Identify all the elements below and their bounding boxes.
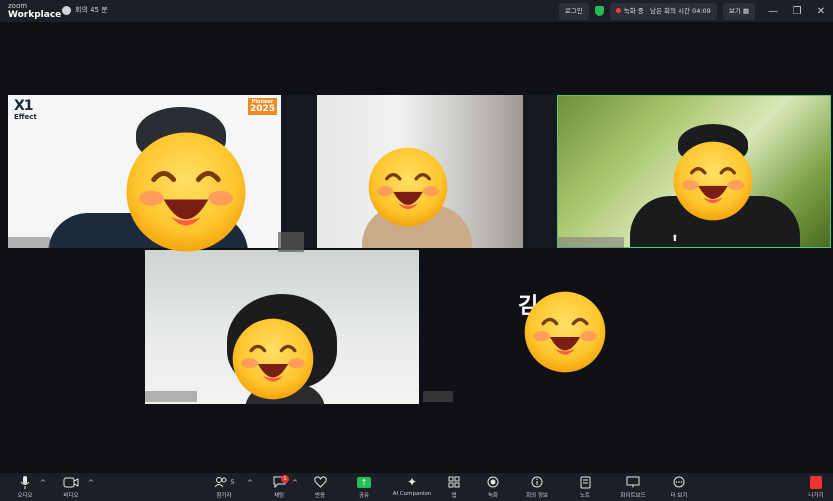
title-bar: zoom Workplace 회의 45 분 로그인 녹화 중 남은 회의 시간… xyxy=(0,0,833,22)
reactions-button[interactable]: 반응 xyxy=(297,475,343,499)
video-label: 비디오 xyxy=(63,493,79,499)
record-button[interactable]: 녹화 xyxy=(470,475,516,499)
notes-button[interactable]: 노트 xyxy=(562,475,608,499)
share-label: 공유 xyxy=(358,493,370,499)
minimize-icon[interactable]: — xyxy=(761,6,785,17)
whiteboard-label: 화이트보드 xyxy=(620,493,646,499)
name-tag xyxy=(558,237,624,248)
time-left: 남은 회의 시간 04:09 xyxy=(650,6,711,15)
view-label: 보기 xyxy=(728,6,741,15)
leave-label: 나가기 xyxy=(808,493,824,499)
ai-companion-label: AI Companion xyxy=(392,491,432,497)
participants-button[interactable]: 5 참가자 xyxy=(201,475,247,499)
participants-caret-icon[interactable]: ^ xyxy=(247,479,253,487)
more-button[interactable]: 더 보기 xyxy=(656,475,702,499)
share-button[interactable]: ↑ 공유 xyxy=(341,475,387,499)
audio-label: 오디오 xyxy=(17,493,33,499)
restore-icon[interactable]: ❐ xyxy=(785,6,809,17)
participants-label: 참가자 xyxy=(216,493,232,499)
shield-icon[interactable] xyxy=(594,6,604,16)
notes-icon xyxy=(580,476,590,488)
video-camera-icon xyxy=(63,477,79,487)
logo-x1-text: X1 xyxy=(14,98,34,114)
meeting-title: 회의 45 분 xyxy=(75,6,108,14)
recording-status[interactable]: 녹화 중 남은 회의 시간 04:09 xyxy=(609,2,717,20)
badge-year: 2025 xyxy=(249,104,275,114)
meeting-info-button[interactable]: 회의 정보 xyxy=(514,475,560,499)
login-button[interactable]: 로그인 xyxy=(558,2,589,20)
name-tag xyxy=(8,237,50,248)
logo-effect-text: Effect xyxy=(14,113,37,121)
name-tag xyxy=(145,391,197,402)
zoom-logo: zoom Workplace xyxy=(8,2,62,20)
recording-label: 녹화 중 xyxy=(623,6,644,15)
record-label: 녹화 xyxy=(487,493,499,499)
meeting-info[interactable]: 회의 45 분 xyxy=(62,5,108,15)
meeting-toolbar: 오디오 ^ 비디오 ^ 5 참가자 ^ 1 채팅 ^ 반응 ↑ 공유 ✦ AI … xyxy=(0,473,833,501)
leave-button[interactable]: 나가기 xyxy=(793,475,833,499)
close-icon[interactable]: ✕ xyxy=(809,6,833,17)
tile-gap xyxy=(523,95,557,248)
heart-icon xyxy=(313,476,327,488)
participants-icon xyxy=(214,477,227,488)
more-label: 더 보기 xyxy=(670,493,688,499)
ai-companion-button[interactable]: ✦ AI Companion xyxy=(389,475,435,497)
apps-icon xyxy=(448,476,460,488)
smiley-face-icon xyxy=(368,147,448,227)
video-caret-icon[interactable]: ^ xyxy=(88,479,94,487)
reactions-label: 반응 xyxy=(314,493,326,499)
x1-effect-logo: X1 Effect xyxy=(14,98,37,121)
whiteboard-icon xyxy=(626,476,640,488)
paw-icon xyxy=(62,5,71,15)
smiley-face-icon xyxy=(232,318,314,400)
chat-notification-badge: 1 xyxy=(281,475,289,483)
smiley-face-icon xyxy=(673,141,753,221)
notes-label: 노트 xyxy=(579,493,591,499)
record-dot-icon xyxy=(615,7,621,13)
whiteboard-button[interactable]: 화이트보드 xyxy=(610,475,656,499)
leave-door-icon xyxy=(810,475,822,489)
brand-small: zoom xyxy=(8,2,28,10)
smiley-face-icon xyxy=(524,291,606,373)
name-tag xyxy=(423,391,453,402)
smiley-face-icon xyxy=(126,132,246,252)
info-icon xyxy=(531,476,543,488)
participants-count: 5 xyxy=(230,478,235,486)
audio-caret-icon[interactable]: ^ xyxy=(40,479,46,487)
meeting-info-label: 회의 정보 xyxy=(526,493,548,499)
more-dots-icon xyxy=(673,476,685,488)
tile-gap xyxy=(281,95,317,248)
name-tag xyxy=(278,232,304,252)
record-icon xyxy=(487,476,499,488)
view-button[interactable]: 보기 ▦ xyxy=(722,2,755,20)
share-screen-icon: ↑ xyxy=(357,476,371,488)
sparkle-icon: ✦ xyxy=(406,475,418,489)
microphone-icon xyxy=(20,475,30,489)
chat-label: 채팅 xyxy=(273,493,285,499)
pioneer-2025-badge: Pioneer 2025 xyxy=(247,98,277,115)
brand-big: Workplace xyxy=(8,10,62,20)
arrow-up-icon: ⬆ xyxy=(671,234,679,244)
